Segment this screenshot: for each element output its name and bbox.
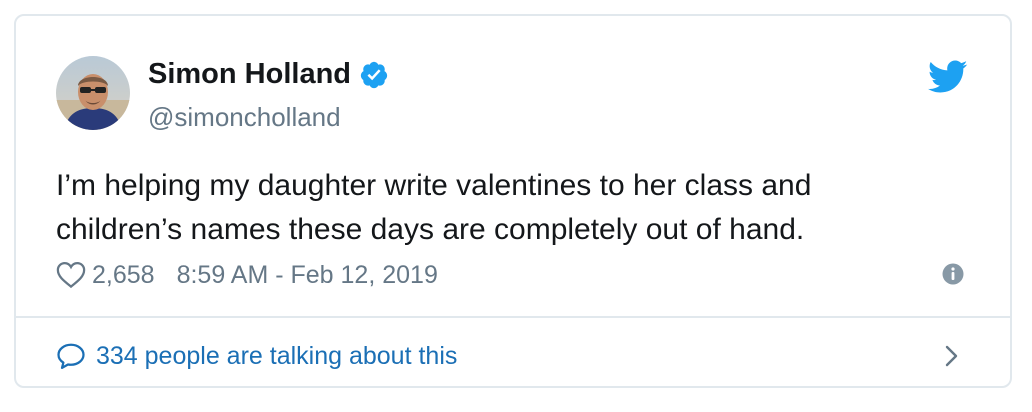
talking-about-text[interactable]: 334 people are talking about this xyxy=(96,342,457,371)
timestamp-link[interactable]: 8:59 AM - Feb 12, 2019 xyxy=(177,261,438,290)
verified-badge-icon xyxy=(359,60,389,90)
tweet-text-line: I’m helping my daughter write valentines… xyxy=(56,169,812,202)
like-count: 2,658 xyxy=(92,260,155,289)
conversation-link[interactable]: 334 people are talking about this xyxy=(56,336,970,376)
display-name[interactable]: Simon Holland xyxy=(148,58,389,91)
tweet-text-line: children’s names these days are complete… xyxy=(56,213,805,246)
tweet-text: I’m helping my daughter write valentines… xyxy=(56,164,956,252)
tweet-embed-card[interactable]: Simon Holland @simoncholland I’m helping… xyxy=(14,14,1012,388)
divider xyxy=(16,316,1010,318)
twitter-bird-icon[interactable] xyxy=(927,60,968,94)
speech-bubble-icon xyxy=(56,342,86,370)
heart-icon xyxy=(56,261,86,289)
tweet-meta: 2,658 8:59 AM - Feb 12, 2019 xyxy=(56,258,438,292)
display-name-text[interactable]: Simon Holland xyxy=(148,58,351,91)
like-button[interactable]: 2,658 xyxy=(56,261,155,290)
chevron-right-icon[interactable] xyxy=(942,344,960,368)
info-icon[interactable] xyxy=(942,263,964,285)
avatar[interactable] xyxy=(56,56,130,130)
user-handle[interactable]: @simoncholland xyxy=(148,102,341,133)
